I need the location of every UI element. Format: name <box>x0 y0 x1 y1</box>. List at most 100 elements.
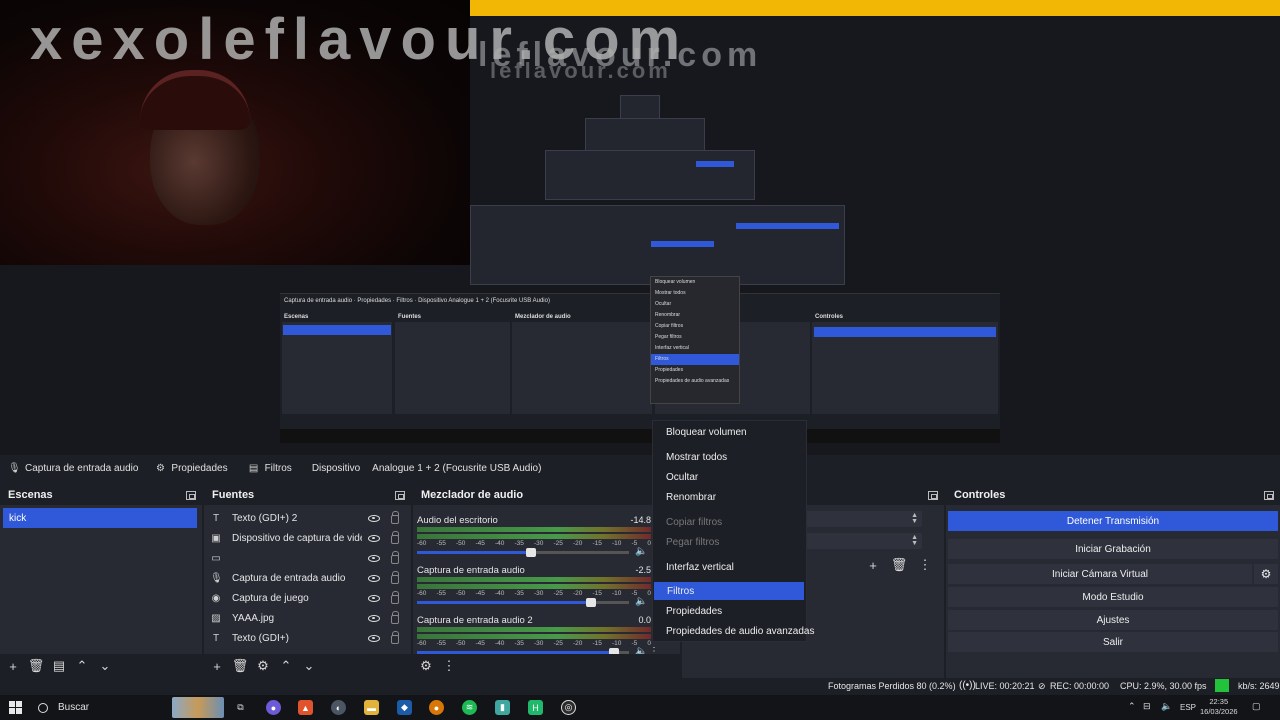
stop-streaming-button[interactable]: Detener Transmisión <box>948 511 1278 531</box>
start-recording-button[interactable]: Iniciar Grabación <box>948 539 1278 559</box>
gear-icon[interactable]: ⚙ <box>254 657 272 675</box>
chevron-down-icon[interactable]: ⌄ <box>96 657 114 675</box>
lock-icon[interactable] <box>391 510 399 524</box>
eye-icon[interactable] <box>368 594 380 602</box>
preview-canvas[interactable]: xexoleflavour.com leflavour.com leflavou… <box>0 0 1280 455</box>
trash-icon[interactable]: 🗑 <box>890 556 908 574</box>
steam-icon[interactable]: ◆ <box>397 700 412 715</box>
chevron-up-icon[interactable]: ⌃ <box>277 657 295 675</box>
menu-item-show-all[interactable]: Mostrar todos <box>653 448 806 466</box>
trash-icon[interactable]: 🗑 <box>231 657 249 675</box>
studio-mode-button[interactable]: Modo Estudio <box>948 587 1278 607</box>
eye-icon[interactable] <box>368 614 380 622</box>
brave-browser-icon[interactable]: ▲ <box>298 700 313 715</box>
language-indicator[interactable]: ESP <box>1180 703 1196 712</box>
level-meter <box>417 584 651 589</box>
text-icon: T <box>212 512 220 524</box>
menu-item-filters[interactable]: Filtros <box>654 582 804 600</box>
menu-item-rename[interactable]: Renombrar <box>653 488 806 506</box>
meter-tick-label: -10 <box>612 540 622 547</box>
start-virtual-camera-button[interactable]: Iniciar Cámara Virtual <box>948 564 1252 584</box>
undock-icon[interactable] <box>395 490 405 500</box>
meter-tick-label: -25 <box>553 640 563 647</box>
lock-icon[interactable] <box>391 550 399 564</box>
chevron-up-icon[interactable]: ⌃ <box>1128 701 1136 712</box>
transition-duration[interactable]: ▲ ▼ <box>800 533 922 549</box>
lock-icon[interactable] <box>391 570 399 584</box>
preview-watermark-nested-small: leflavour.com <box>490 58 671 83</box>
obs-window: xexoleflavour.com leflavour.com leflavou… <box>0 0 1280 720</box>
windows-start-icon[interactable] <box>9 701 22 714</box>
audio-mixer-dock: Mezclador de audio Audio del escritorio … <box>413 485 680 678</box>
eye-icon[interactable] <box>368 534 380 542</box>
notifications-icon[interactable]: ▢ <box>1252 701 1261 712</box>
app-icon[interactable]: H <box>528 700 543 715</box>
device-select[interactable]: Analogue 1 + 2 (Focusrite USB Audio) <box>372 463 541 474</box>
app-icon[interactable]: ● <box>266 700 281 715</box>
properties-button[interactable]: ⚙ Propiedades <box>154 463 228 474</box>
menu-item-advanced-audio[interactable]: Propiedades de audio avanzadas <box>653 622 814 640</box>
speaker-icon[interactable]: 🔈 <box>635 546 647 557</box>
lock-icon[interactable] <box>391 610 399 624</box>
source-item[interactable]: ▨ YAAA.jpg <box>204 608 411 628</box>
eye-icon[interactable] <box>368 634 380 642</box>
scene-item[interactable]: kick <box>3 508 197 528</box>
spotify-icon[interactable]: ≋ <box>462 700 477 715</box>
app-icon[interactable]: ◐ <box>331 700 346 715</box>
meter-ticks: -60 -55 -50 -45 -40 -35 -30 -25 -20 -15 -10 -5 0 <box>417 590 651 598</box>
undock-icon[interactable] <box>186 490 196 500</box>
rec-timer: REC: 00:00:00 <box>1050 681 1110 691</box>
more-options-icon[interactable]: ⋮ <box>440 657 458 675</box>
transition-select[interactable]: ▲ ▼ <box>800 511 922 527</box>
undock-icon[interactable] <box>928 490 938 500</box>
gear-icon[interactable]: ⚙ <box>1254 564 1278 584</box>
lock-icon[interactable] <box>391 630 399 644</box>
network-icon[interactable]: ⊟ <box>1143 701 1151 712</box>
add-transition-icon[interactable]: + <box>864 556 882 574</box>
lock-icon[interactable] <box>391 590 399 604</box>
filters-button[interactable]: ▤ Filtros <box>248 463 292 474</box>
chevron-up-icon[interactable]: ⌃ <box>73 657 91 675</box>
advanced-audio-icon[interactable]: ⚙ <box>417 657 435 675</box>
trash-icon[interactable]: 🗑 <box>27 657 45 675</box>
app-icon[interactable]: ▮ <box>495 700 510 715</box>
undock-icon[interactable] <box>1264 490 1274 500</box>
volume-knob[interactable] <box>585 598 596 607</box>
meter-tick-label: -35 <box>514 640 524 647</box>
app-icon[interactable]: ● <box>429 700 444 715</box>
obs-icon[interactable]: ◎ <box>561 700 576 715</box>
settings-button[interactable]: Ajustes <box>948 610 1278 630</box>
menu-item-hide[interactable]: Ocultar <box>653 468 806 486</box>
source-item[interactable]: ◉ Captura de juego <box>204 588 411 608</box>
source-item[interactable]: ▣ Dispositivo de captura de video 2 <box>204 528 411 548</box>
speaker-icon[interactable]: 🔈 <box>635 596 647 607</box>
volume-slider[interactable] <box>417 548 629 557</box>
add-source-icon[interactable]: + <box>208 657 226 675</box>
source-item[interactable]: T Texto (GDI+) <box>204 628 411 648</box>
eye-icon[interactable] <box>368 574 380 582</box>
source-item[interactable]: 🎙 Captura de entrada audio <box>204 568 411 588</box>
eye-icon[interactable] <box>368 514 380 522</box>
file-explorer-icon[interactable]: ▬ <box>364 700 379 715</box>
volume-icon[interactable]: 🔈 <box>1161 701 1172 712</box>
more-options-icon[interactable]: ⋮ <box>916 556 934 574</box>
source-item[interactable]: T Texto (GDI+) 2 <box>204 508 411 528</box>
meter-tick-label: -45 <box>475 640 485 647</box>
exit-button[interactable]: Salir <box>948 632 1278 652</box>
menu-item-vertical-layout[interactable]: Interfaz vertical <box>653 558 806 576</box>
menu-item-properties[interactable]: Propiedades <box>653 602 806 620</box>
add-scene-icon[interactable]: + <box>4 657 22 675</box>
lock-icon[interactable] <box>391 530 399 544</box>
taskbar-clock[interactable]: 22:35 16/03/2026 <box>1200 697 1238 717</box>
volume-slider[interactable] <box>417 598 629 607</box>
filter-icon[interactable]: ▤ <box>50 657 68 675</box>
eye-icon[interactable] <box>368 554 380 562</box>
menu-item-paste-filters: Pegar filtros <box>666 537 720 548</box>
image-icon: ▨ <box>211 612 221 624</box>
source-item[interactable]: ▭ <box>204 548 411 568</box>
chevron-down-icon[interactable]: ⌄ <box>300 657 318 675</box>
volume-knob[interactable] <box>526 548 537 557</box>
menu-item-lock-volume[interactable]: Bloquear volumen <box>653 423 806 441</box>
task-view-icon[interactable]: ⧉ <box>233 700 248 715</box>
meter-tick-label: -60 <box>417 640 427 647</box>
